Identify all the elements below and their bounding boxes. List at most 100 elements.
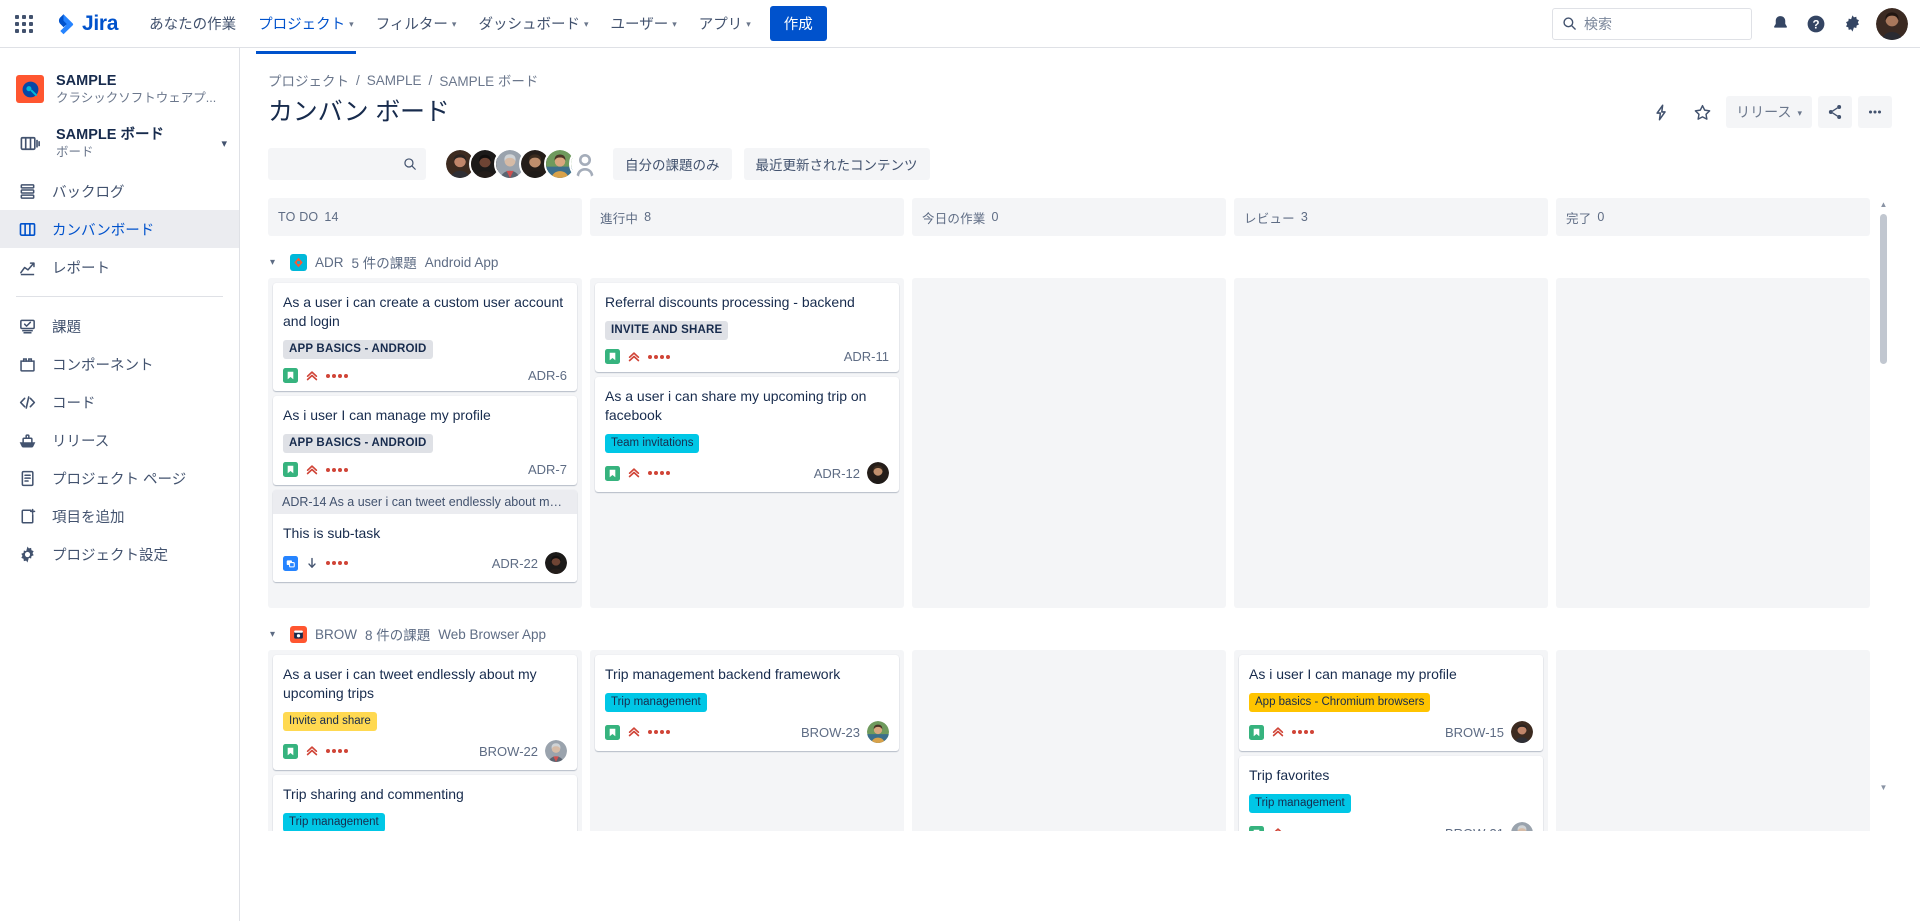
card-label[interactable]: Team invitations [605,434,699,453]
sidebar-board-selector[interactable]: SAMPLE ボード ボード ▾ [0,118,239,168]
nav-item-dashboards[interactable]: ダッシュボード ▾ [468,6,598,41]
card-label[interactable]: Invite and share [283,712,377,731]
global-search-input[interactable] [1584,16,1742,32]
card-issue-key[interactable]: ADR-12 [814,466,860,481]
app-switcher-button[interactable] [8,8,40,40]
profile-avatar[interactable] [1876,8,1908,40]
nav-item-apps[interactable]: アプリ ▾ [689,6,761,41]
card-label[interactable]: App basics - Chromium browsers [1249,693,1430,712]
board-subtitle: ボード [56,144,164,160]
card-label[interactable]: Trip management [1249,794,1351,813]
card-issue-key[interactable]: BROW-31 [1445,826,1504,832]
card-issue-key[interactable]: ADR-7 [528,462,567,477]
lane-column-todo[interactable]: As a user i can create a custom user acc… [268,278,582,608]
sidebar-item-kanban-board[interactable]: カンバンボード [0,210,239,248]
column-header-done[interactable]: 完了 0 [1556,198,1870,236]
card-issue-key[interactable]: ADR-22 [492,556,538,571]
issue-card[interactable]: As i user I can manage my profile App ba… [1239,655,1543,751]
more-actions-button[interactable] [1858,96,1892,128]
lane-column-today[interactable] [912,278,1226,608]
board-search-input[interactable] [277,157,403,172]
issue-card[interactable]: As a user i can tweet endlessly about my… [273,655,577,770]
lane-column-todo[interactable]: As a user i can tweet endlessly about my… [268,650,582,831]
sidebar-item-releases[interactable]: リリース [0,421,239,459]
nav-item-projects[interactable]: プロジェクト ▾ [248,6,364,41]
column-header-review[interactable]: レビュー 3 [1234,198,1548,236]
recently-updated-button[interactable]: 最近更新されたコンテンツ [744,148,930,180]
nav-item-people[interactable]: ユーザー ▾ [600,6,686,41]
lane-column-in-progress[interactable]: Referral discounts processing - backend … [590,278,904,608]
breadcrumb-item-sample[interactable]: SAMPLE [367,73,422,88]
only-my-issues-button[interactable]: 自分の課題のみ [613,148,732,180]
help-button[interactable]: ? [1800,8,1832,40]
sidebar-item-components[interactable]: コンポーネント [0,345,239,383]
chevron-down-icon[interactable]: ▾ [270,629,282,640]
jira-home-link[interactable]: Jira [46,8,124,40]
sidebar-item-reports[interactable]: レポート [0,248,239,286]
breadcrumb-item-sample-board[interactable]: SAMPLE ボード [439,70,538,90]
sidebar-project-header[interactable]: SAMPLE クラシックソフトウェアプ... [0,66,239,112]
card-label[interactable]: Trip management [605,693,707,712]
card-assignee-avatar[interactable] [545,552,567,574]
issue-card[interactable]: This is sub-task ADR-22 [273,514,577,582]
card-issue-key[interactable]: BROW-23 [801,725,860,740]
chevron-down-icon[interactable]: ▾ [270,257,282,268]
notifications-button[interactable] [1764,8,1796,40]
sidebar-item-issues[interactable]: 課題 [0,307,239,345]
card-label[interactable]: APP BASICS - ANDROID [283,434,433,453]
sidebar-item-project-pages[interactable]: プロジェクト ページ [0,459,239,497]
scrollbar-thumb[interactable] [1880,214,1887,364]
issue-card[interactable]: Trip sharing and commenting Trip managem… [273,775,577,831]
issue-card[interactable]: As a user i can create a custom user acc… [273,283,577,391]
issue-card[interactable]: Referral discounts processing - backend … [595,283,899,372]
board-vertical-scrollbar[interactable]: ▲ ▼ [1879,198,1888,793]
sidebar-item-project-settings[interactable]: プロジェクト設定 [0,535,239,573]
settings-button[interactable] [1836,8,1868,40]
release-dropdown-button[interactable]: リリース ▾ [1726,96,1812,128]
lane-column-in-progress[interactable]: Trip management backend framework Trip m… [590,650,904,831]
swimlane-header-adr[interactable]: ▾ ADR 5 件の課題 Android App [268,246,1870,278]
avatar-more[interactable] [569,148,601,180]
card-issue-key[interactable]: BROW-15 [1445,725,1504,740]
sidebar-item-code[interactable]: コード [0,383,239,421]
card-label[interactable]: INVITE AND SHARE [605,321,728,340]
nav-item-filters[interactable]: フィルター ▾ [366,6,467,41]
scroll-down-arrow-icon[interactable]: ▼ [1879,781,1888,793]
breadcrumb-item-projects[interactable]: プロジェクト [268,70,349,90]
card-issue-key[interactable]: ADR-11 [844,349,889,364]
card-assignee-avatar[interactable] [1511,822,1533,831]
card-assignee-avatar[interactable] [1511,721,1533,743]
card-labels: Team invitations [605,434,889,453]
insights-button[interactable] [1644,96,1679,128]
issue-card[interactable]: As a user i can share my upcoming trip o… [595,377,899,492]
card-assignee-avatar[interactable] [545,740,567,762]
card-assignee-avatar[interactable] [867,462,889,484]
scroll-up-arrow-icon[interactable]: ▲ [1879,198,1888,210]
sidebar-item-backlog[interactable]: バックログ [0,172,239,210]
create-button[interactable]: 作成 [770,6,827,41]
card-label[interactable]: APP BASICS - ANDROID [283,340,433,359]
column-header-in-progress[interactable]: 進行中 8 [590,198,904,236]
global-search-box[interactable] [1552,8,1752,40]
lane-column-review[interactable] [1234,278,1548,608]
lane-column-done[interactable] [1556,278,1870,608]
board-search-box[interactable] [268,148,426,180]
card-issue-key[interactable]: ADR-6 [528,368,567,383]
subtask-parent-label[interactable]: ADR-14 As a user i can tweet endlessly a… [273,490,577,514]
column-header-today[interactable]: 今日の作業 0 [912,198,1226,236]
card-issue-key[interactable]: BROW-22 [479,744,538,759]
column-header-todo[interactable]: TO DO 14 [268,198,582,236]
nav-item-your-work[interactable]: あなたの作業 [139,6,246,41]
issue-card[interactable]: Trip favorites Trip management BROW-31 [1239,756,1543,831]
lane-column-review[interactable]: As i user I can manage my profile App ba… [1234,650,1548,831]
card-assignee-avatar[interactable] [867,721,889,743]
sidebar-item-add-item[interactable]: 項目を追加 [0,497,239,535]
star-button[interactable] [1685,96,1720,128]
lane-column-done[interactable] [1556,650,1870,831]
lane-column-today[interactable] [912,650,1226,831]
card-label[interactable]: Trip management [283,813,385,831]
share-button[interactable] [1818,96,1852,128]
swimlane-header-brow[interactable]: ▾ BROW 8 件の課題 Web [268,618,1870,650]
issue-card[interactable]: Trip management backend framework Trip m… [595,655,899,751]
issue-card[interactable]: As i user I can manage my profile APP BA… [273,396,577,485]
